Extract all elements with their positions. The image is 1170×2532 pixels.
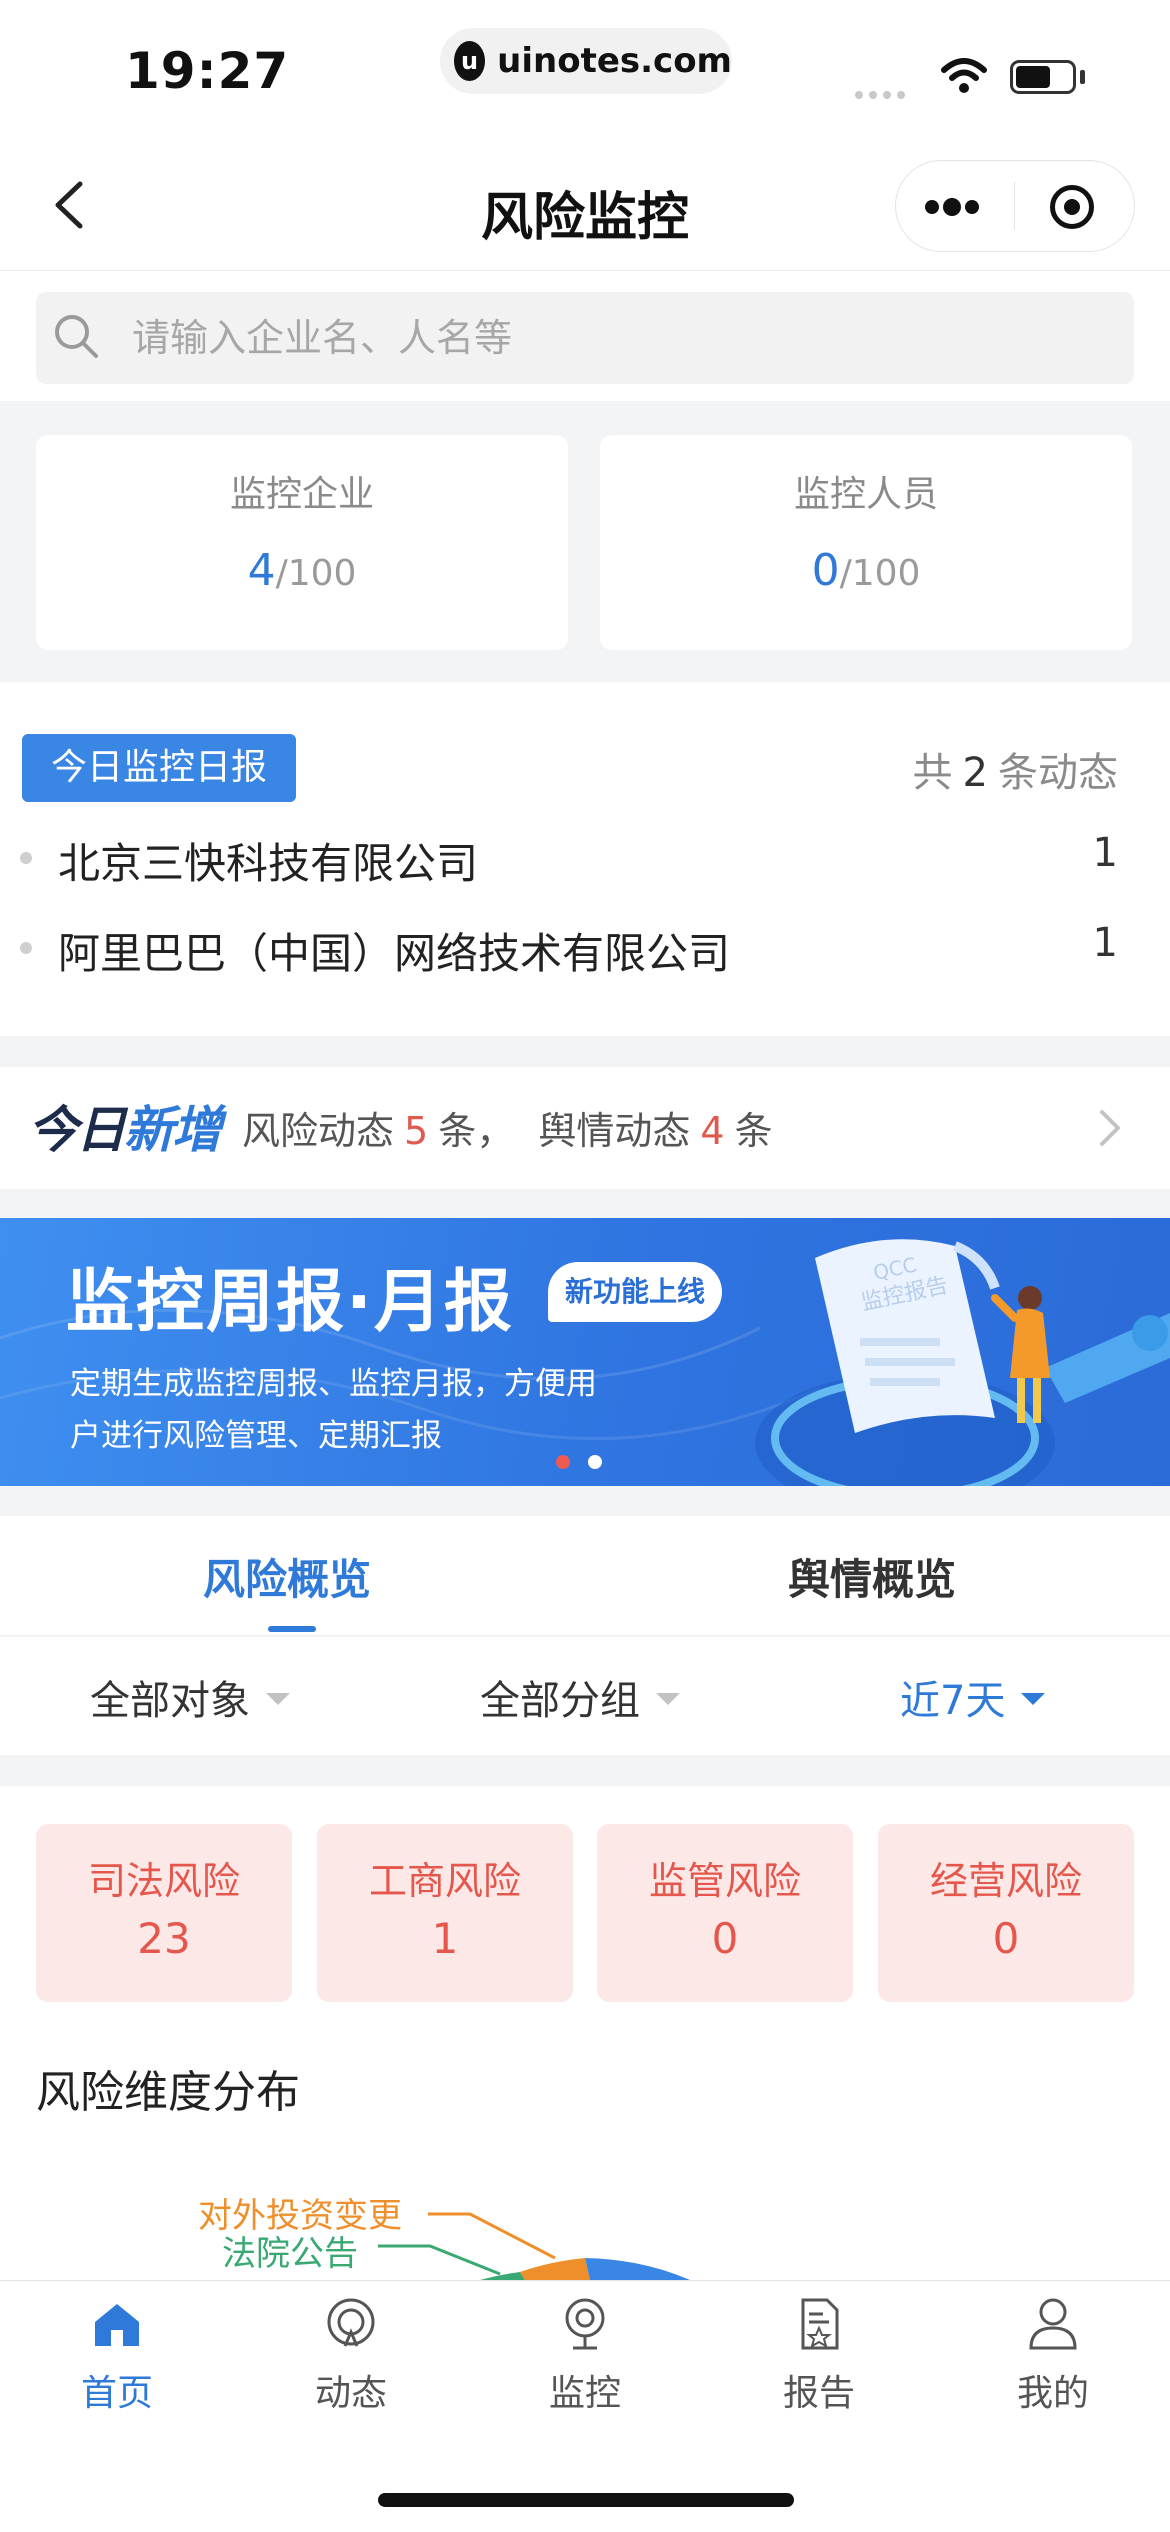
filter-all-objects[interactable]: 全部对象 (90, 1668, 290, 1726)
url-pill[interactable]: u uinotes.com (440, 28, 732, 94)
daily-count: 共 2 条动态 (912, 750, 1118, 796)
tab-opinion-overview[interactable]: 舆情概览 (788, 1546, 956, 1607)
risk-value: 0 (992, 1914, 1020, 1963)
risk-label: 工商风险 (368, 1859, 521, 1903)
status-time: 19:27 (125, 42, 290, 100)
nav-label: 首页 (80, 2373, 153, 2414)
bullet-dot (20, 852, 32, 864)
nav-mine[interactable]: 我的 (936, 2294, 1170, 2416)
bullet-dot (20, 942, 32, 954)
wifi-icon (941, 58, 987, 93)
company-name: 北京三快科技有限公司 (58, 839, 479, 888)
nav-feed[interactable]: 动态 (234, 2294, 468, 2416)
company-name: 阿里巴巴（中国）网络技术有限公司 (58, 929, 731, 978)
site-logo-icon: u (454, 41, 486, 81)
section-title-distribution: 风险维度分布 (36, 2067, 300, 2118)
risk-label: 司法风险 (87, 1859, 240, 1903)
nav-home[interactable]: 首页 (0, 2294, 234, 2416)
capsule-divider (1014, 182, 1015, 230)
stat-value: 4/100 (247, 545, 357, 596)
signal-icon (327, 2298, 375, 2347)
new-feature-badge: 新功能上线 (548, 1262, 722, 1322)
today-new-logo: 今日新增 (28, 1101, 222, 1159)
cellular-signal-icon (855, 84, 911, 103)
chevron-right-icon (1100, 1110, 1120, 1146)
monitored-persons-card[interactable]: 监控人员 0/100 (600, 435, 1132, 650)
risk-card-operation[interactable]: 经营风险 0 (878, 1824, 1134, 2002)
dropdown-triangle-icon (656, 1693, 680, 1705)
risk-value: 0 (711, 1914, 739, 1963)
nav-label: 报告 (782, 2373, 855, 2414)
monitored-companies-card[interactable]: 监控企业 4/100 (36, 435, 568, 650)
dropdown-triangle-icon (1021, 1693, 1046, 1705)
banner-subtitle: 定期生成监控周报、监控月报，方便用 户进行风险管理、定期汇报 (70, 1366, 597, 1454)
risk-card-regulatory[interactable]: 监管风险 0 (597, 1824, 853, 2002)
battery-tip (1080, 70, 1085, 84)
nav-label: 监控 (548, 2373, 621, 2414)
stat-label: 监控人员 (793, 474, 938, 515)
active-tab-indicator (268, 1626, 316, 1632)
tab-risk-overview[interactable]: 风险概览 (203, 1546, 371, 1607)
risk-distribution-chart (378, 2212, 690, 2280)
overview-tabs (0, 1516, 1170, 1636)
daily-list-item[interactable]: 北京三快科技有限公司 1 (0, 812, 1170, 902)
risk-card-business[interactable]: 工商风险 1 (317, 1824, 573, 2002)
close-miniprogram-icon[interactable] (1050, 185, 1094, 229)
risk-label: 经营风险 (929, 1859, 1082, 1903)
more-icon[interactable] (925, 196, 983, 218)
daily-report-tag: 今日监控日报 (22, 734, 296, 802)
nav-label: 我的 (1016, 2373, 1089, 2414)
risk-label: 监管风险 (648, 1859, 801, 1903)
carousel-dots (556, 1454, 620, 1473)
dropdown-triangle-icon (266, 1693, 290, 1705)
url-text: uinotes.com (497, 41, 732, 81)
banner-title: 监控周报·月报 (66, 1263, 514, 1342)
report-illustration-icon: QCC 监控报告 (755, 1239, 1170, 1486)
search-icon (55, 315, 98, 358)
battery-icon (1010, 60, 1076, 94)
risk-value: 1 (431, 1914, 459, 1963)
filter-all-groups[interactable]: 全部分组 (480, 1668, 680, 1726)
filter-time-range[interactable]: 近7天 (900, 1668, 1046, 1726)
report-icon (801, 2298, 839, 2350)
nav-label: 动态 (314, 2373, 387, 2414)
webcam-icon (565, 2298, 605, 2350)
home-indicator (378, 2493, 794, 2507)
nav-report[interactable]: 报告 (702, 2294, 936, 2416)
daily-list-item[interactable]: 阿里巴巴（中国）网络技术有限公司 1 (0, 902, 1170, 992)
search-placeholder: 请输入企业名、人名等 (132, 316, 513, 360)
risk-value: 23 (137, 1914, 191, 1963)
today-new-summary: 风险动态 5 条， 舆情动态 4 条 (242, 1109, 773, 1153)
nav-monitor[interactable]: 监控 (468, 2294, 702, 2416)
company-update-count: 1 (1092, 830, 1118, 876)
user-icon (1029, 2298, 1077, 2350)
company-update-count: 1 (1092, 920, 1118, 966)
risk-card-judicial[interactable]: 司法风险 23 (36, 1824, 292, 2002)
home-icon (95, 2304, 139, 2346)
stat-label: 监控企业 (229, 474, 374, 515)
stat-value: 0/100 (811, 545, 921, 596)
